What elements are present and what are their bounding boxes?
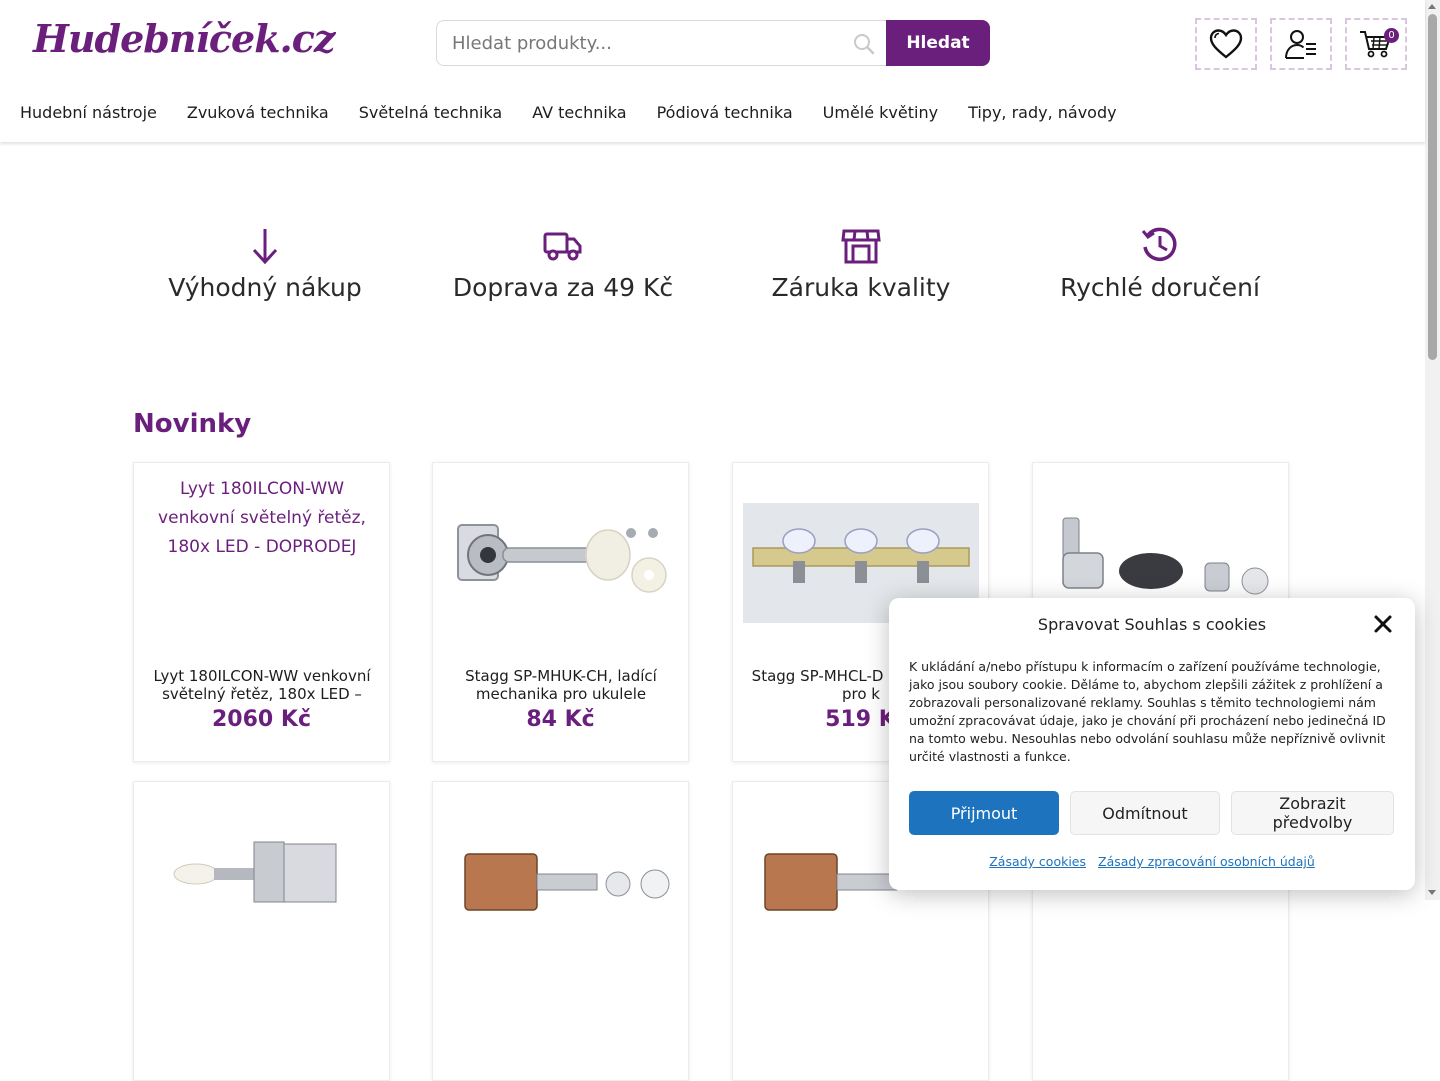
cookie-consent-dialog: Spravovat Souhlas s cookies K ukládání a…: [889, 598, 1415, 890]
cart-count-badge: 0: [1384, 28, 1399, 43]
search-field-wrapper: [436, 20, 887, 66]
feature-item: Rychlé doručení: [1015, 225, 1305, 302]
product-price: 84 Kč: [526, 707, 595, 732]
account-button[interactable]: [1270, 18, 1332, 70]
search-button[interactable]: Hledat: [886, 20, 990, 66]
cookie-policy-link[interactable]: Zásady cookies: [989, 854, 1086, 869]
truck-icon: [543, 232, 582, 261]
cookie-preferences-button[interactable]: Zobrazit předvolby: [1231, 791, 1394, 835]
product-price: 2060 Kč: [212, 707, 311, 732]
scroll-down-arrow[interactable]: [1428, 890, 1436, 895]
arrow-down-icon: [252, 229, 278, 265]
feature-item: Záruka kvality: [716, 225, 1006, 302]
feature-label: Výhodný nákup: [168, 273, 362, 302]
site-header: Hudebníček.cz Hledat produkty... Hledat …: [0, 0, 1425, 142]
scrollbar-thumb[interactable]: [1428, 14, 1437, 360]
feature-label: Záruka kvality: [771, 273, 951, 302]
product-card[interactable]: [133, 781, 390, 1081]
cookie-policy-links: Zásady cookies Zásady zpracování osobníc…: [889, 854, 1415, 869]
main-nav: Hudební nástroje Zvuková technika Světel…: [20, 103, 1117, 122]
nav-item-svetelna-technika[interactable]: Světelná technika: [359, 103, 503, 122]
nav-item-tipy-rady-navody[interactable]: Tipy, rady, návody: [968, 103, 1117, 122]
product-image[interactable]: [144, 792, 380, 972]
search-form: Hledat: [436, 20, 990, 66]
nav-item-umele-kvetiny[interactable]: Umělé květiny: [823, 103, 938, 122]
product-name[interactable]: Stagg SP-MHUK-CH, ladící mechanika pro u…: [445, 667, 677, 703]
deny-cookies-button[interactable]: Odmítnout: [1070, 791, 1220, 835]
feature-label: Doprava za 49 Kč: [452, 273, 674, 302]
history-icon: [1141, 227, 1177, 262]
product-image[interactable]: [443, 792, 679, 972]
product-name[interactable]: Lyyt 180ILCON-WW venkovní světelný řetěz…: [146, 667, 378, 703]
features-row: Výhodný nákup Doprava za 49 Kč Záruka kv…: [133, 225, 1293, 315]
privacy-policy-link[interactable]: Zásady zpracování osobních údajů: [1098, 854, 1315, 869]
product-image[interactable]: [443, 473, 679, 653]
product-card[interactable]: [432, 781, 689, 1081]
section-title: Novinky: [133, 409, 252, 439]
cookie-dialog-title: Spravovat Souhlas s cookies: [1037, 615, 1267, 634]
page-scrollbar[interactable]: [1425, 0, 1440, 900]
search-input[interactable]: [437, 21, 832, 65]
nav-item-hudebni-nastroje[interactable]: Hudební nástroje: [20, 103, 157, 122]
close-icon[interactable]: [1373, 614, 1393, 634]
wishlist-button[interactable]: [1195, 18, 1257, 70]
cart-button[interactable]: 0: [1345, 18, 1407, 70]
feature-label: Rychlé doručení: [1060, 273, 1260, 302]
feature-item: Výhodný nákup: [120, 225, 410, 302]
accept-cookies-button[interactable]: Přijmout: [909, 791, 1059, 835]
nav-item-av-technika[interactable]: AV technika: [532, 103, 626, 122]
scroll-up-arrow[interactable]: [1428, 4, 1436, 9]
site-logo[interactable]: Hudebníček.cz: [33, 16, 336, 61]
search-icon: [854, 34, 875, 55]
heart-icon: [1209, 29, 1243, 59]
store-icon: [841, 229, 881, 264]
product-image-alt[interactable]: Lyyt 180ILCON-WW venkovní světelný řetěz…: [144, 475, 380, 562]
product-card[interactable]: Stagg SP-MHUK-CH, ladící mechanika pro u…: [432, 462, 689, 762]
nav-item-zvukova-technika[interactable]: Zvuková technika: [187, 103, 329, 122]
cookie-dialog-text: K ukládání a/nebo přístupu k informacím …: [909, 659, 1386, 764]
user-list-icon: [1285, 30, 1316, 59]
product-card[interactable]: Lyyt 180ILCON-WW venkovní světelný řetěz…: [133, 462, 390, 762]
nav-item-podiova-technika[interactable]: Pódiová technika: [657, 103, 793, 122]
feature-item: Doprava za 49 Kč: [418, 225, 708, 302]
